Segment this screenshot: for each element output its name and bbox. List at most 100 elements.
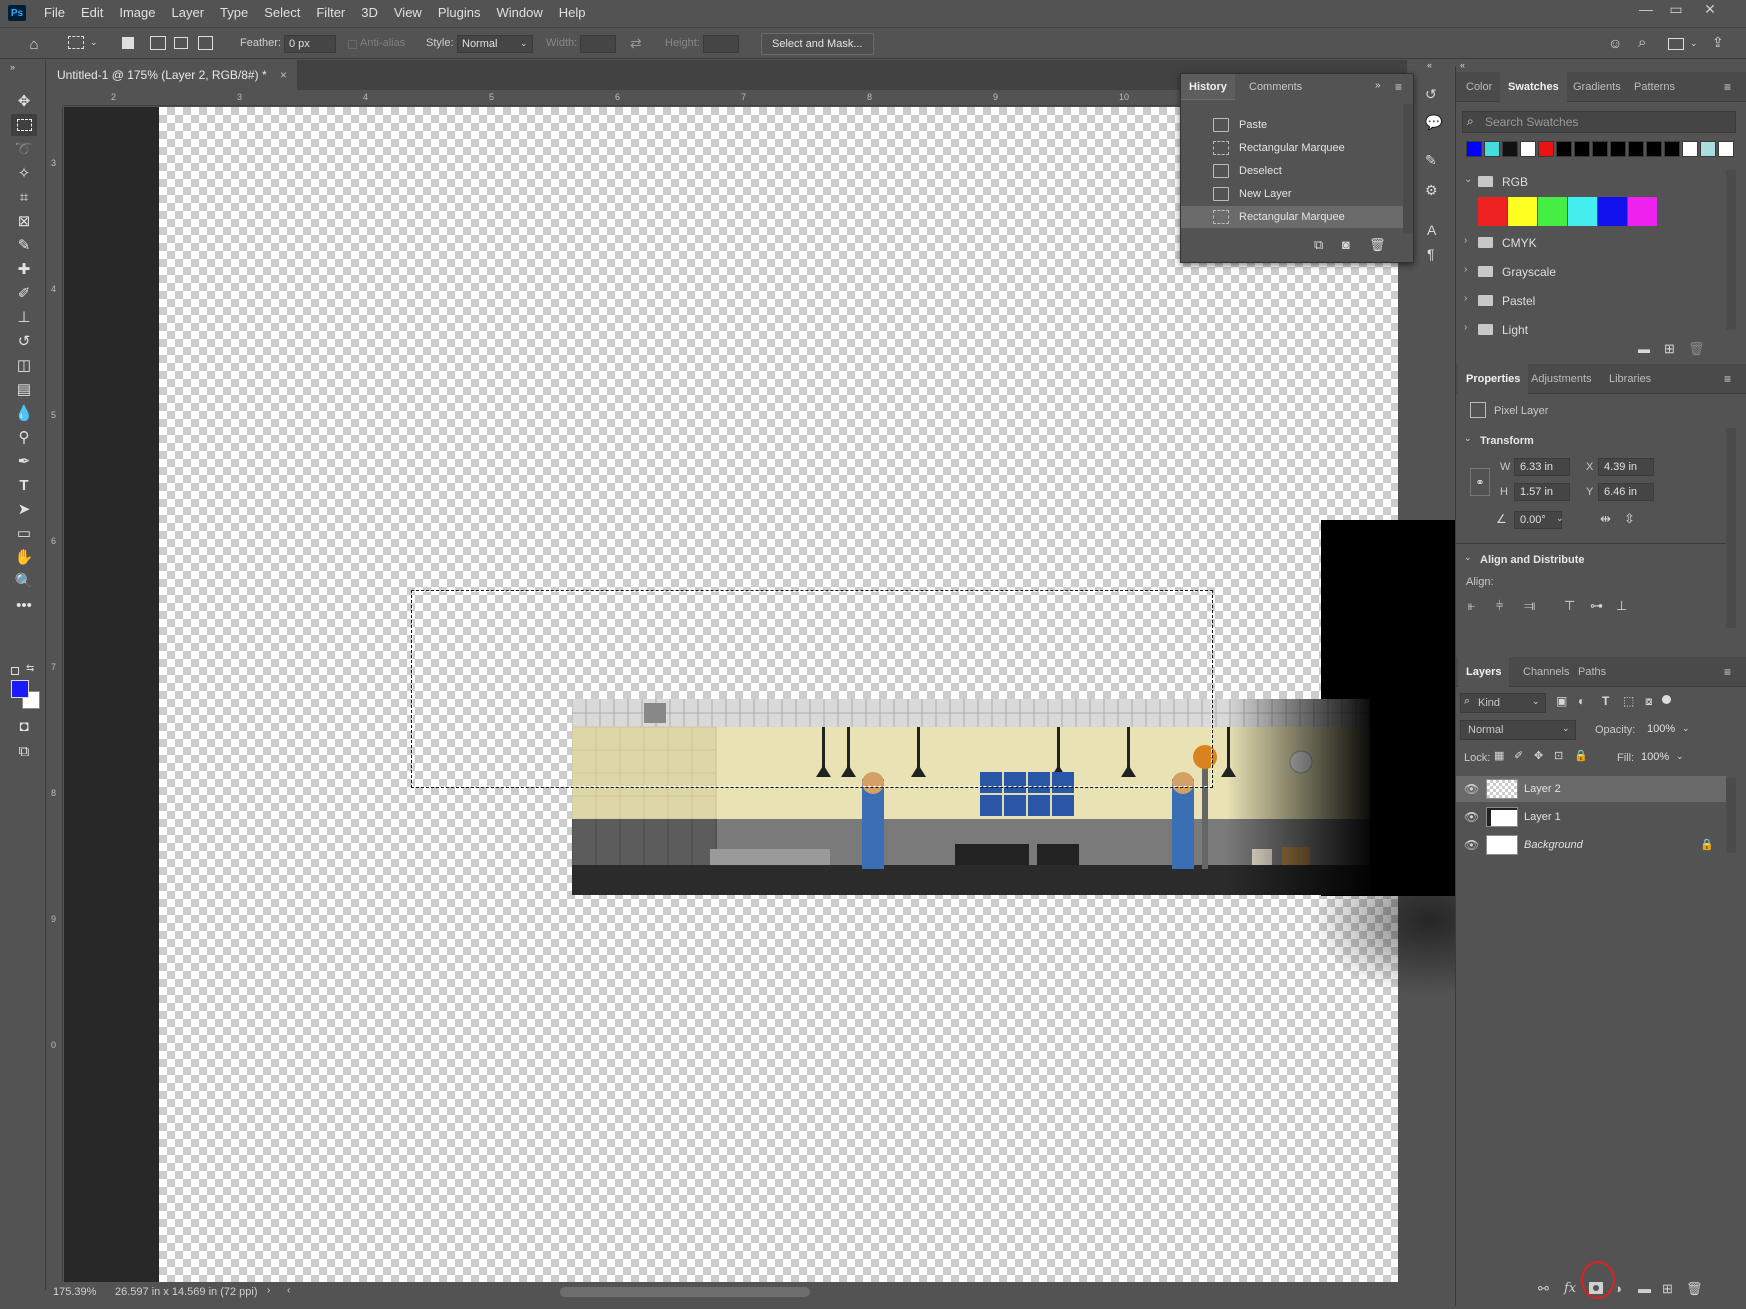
align-bottom-icon[interactable]: ⊥	[1616, 598, 1627, 614]
healing-brush-icon[interactable]: ✚	[11, 258, 37, 280]
lock-paint-icon[interactable]: ✐	[1514, 749, 1523, 762]
subtract-selection-icon[interactable]	[174, 37, 188, 49]
character-panel-icon[interactable]: A	[1427, 222, 1436, 238]
add-selection-icon[interactable]	[150, 36, 166, 50]
layers-scrollbar[interactable]	[1726, 778, 1736, 853]
fx-icon[interactable]: fx	[1564, 1281, 1576, 1296]
swatch[interactable]	[1520, 141, 1536, 157]
menu-edit[interactable]: Edit	[73, 0, 111, 26]
paragraph-panel-icon[interactable]: ¶	[1427, 246, 1435, 262]
filter-shape-icon[interactable]: ⬚	[1623, 694, 1634, 708]
search-swatches-input[interactable]: Search Swatches	[1462, 111, 1736, 133]
type-tool-icon[interactable]: T	[11, 474, 37, 496]
swatch[interactable]	[1484, 141, 1500, 157]
swatch[interactable]	[1598, 197, 1627, 226]
align-right-icon[interactable]: ⫥	[1524, 598, 1535, 614]
search-icon[interactable]: ⌕	[1638, 34, 1646, 51]
chevron-down-icon[interactable]: ⌄	[1690, 38, 1698, 49]
properties-scrollbar[interactable]	[1726, 428, 1736, 628]
tab-paths[interactable]: Paths	[1570, 657, 1614, 687]
menu-help[interactable]: Help	[551, 0, 594, 26]
flip-horizontal-icon[interactable]: ⇹	[1600, 511, 1611, 527]
panel-menu-icon[interactable]: ≡	[1724, 372, 1731, 386]
crop-tool-icon[interactable]: ⌗	[11, 186, 37, 208]
swatch[interactable]	[1682, 141, 1698, 157]
camera-icon[interactable]: ◙	[1342, 237, 1350, 252]
hand-tool-icon[interactable]: ✋	[11, 546, 37, 568]
default-colors-icon[interactable]	[11, 667, 19, 675]
swatch[interactable]	[1538, 141, 1554, 157]
move-tool-icon[interactable]: ✥	[11, 90, 37, 112]
history-item[interactable]: New Layer	[1181, 183, 1403, 205]
swap-icon[interactable]: ⇄	[630, 35, 642, 52]
tab-libraries[interactable]: Libraries	[1601, 364, 1659, 394]
swatches-scrollbar[interactable]	[1726, 170, 1736, 330]
tab-history[interactable]: History	[1181, 74, 1235, 100]
adjustments-icon[interactable]: ⚙	[1425, 182, 1438, 199]
swatch[interactable]	[1466, 141, 1482, 157]
gradient-tool-icon[interactable]: ▤	[11, 378, 37, 400]
swatch[interactable]	[1628, 141, 1644, 157]
swatch-group-light[interactable]: › Light	[1456, 318, 1721, 342]
dodge-tool-icon[interactable]: ⚲	[11, 426, 37, 448]
menu-select[interactable]: Select	[256, 0, 308, 26]
swatch[interactable]	[1610, 141, 1626, 157]
filter-type-icon[interactable]: T	[1602, 694, 1609, 708]
foreground-color-swatch[interactable]	[11, 680, 29, 698]
align-middle-v-icon[interactable]: ⊶	[1590, 598, 1603, 614]
tab-swatches[interactable]: Swatches	[1500, 72, 1567, 102]
filter-adjustment-icon[interactable]: ◐	[1578, 694, 1585, 708]
history-scrollbar[interactable]	[1403, 104, 1413, 234]
menu-type[interactable]: Type	[212, 0, 256, 26]
lock-all-icon[interactable]: 🔒	[1574, 749, 1588, 762]
quick-mask-icon[interactable]: ◘	[11, 715, 37, 737]
scroll-left-icon[interactable]: ‹	[287, 1285, 290, 1296]
swatch[interactable]	[1556, 141, 1572, 157]
lock-position-icon[interactable]: ✥	[1534, 749, 1543, 762]
swatch-group-cmyk[interactable]: › CMYK	[1456, 231, 1721, 255]
horizontal-scrollbar[interactable]	[560, 1287, 810, 1297]
menu-file[interactable]: File	[36, 0, 73, 26]
swatch-group-pastel[interactable]: › Pastel	[1456, 289, 1721, 313]
collapse-icon[interactable]: «	[1427, 60, 1432, 70]
new-group-icon[interactable]: ▬	[1638, 1281, 1651, 1296]
feather-input[interactable]: 0 px	[284, 35, 336, 53]
chevron-down-icon[interactable]: ⌄	[1464, 552, 1472, 563]
swatch[interactable]	[1718, 141, 1734, 157]
share-user-icon[interactable]: ☺	[1608, 35, 1622, 51]
marquee-tool-icon[interactable]	[11, 114, 37, 136]
h-input[interactable]: 1.57 in	[1514, 483, 1570, 501]
x-input[interactable]: 4.39 in	[1598, 458, 1654, 476]
visibility-eye-icon[interactable]: 👁	[1464, 782, 1479, 796]
tab-channels[interactable]: Channels	[1515, 657, 1577, 687]
swap-colors-icon[interactable]: ⇆	[26, 663, 34, 674]
collapse-icon[interactable]: «	[1460, 60, 1465, 70]
intersect-selection-icon[interactable]	[198, 36, 213, 50]
fill-input[interactable]: 100%	[1636, 749, 1676, 767]
marquee-selection[interactable]	[411, 590, 1213, 788]
maximize-icon[interactable]: ▭	[1662, 0, 1690, 20]
history-item[interactable]: Rectangular Marquee	[1181, 206, 1403, 228]
align-center-h-icon[interactable]: ⫩	[1496, 598, 1503, 614]
visibility-eye-icon[interactable]: 👁	[1464, 838, 1479, 852]
eraser-icon[interactable]: ◫	[11, 354, 37, 376]
chevron-down-icon[interactable]: ⌄	[1556, 513, 1564, 524]
swatch[interactable]	[1538, 197, 1567, 226]
link-icon[interactable]: ⚭	[1470, 468, 1490, 496]
zoom-tool-icon[interactable]: 🔍	[11, 570, 37, 592]
adjustment-layer-icon[interactable]: ◑	[1614, 1281, 1622, 1296]
w-input[interactable]: 6.33 in	[1514, 458, 1570, 476]
workspace-icon[interactable]	[1668, 38, 1684, 50]
menu-window[interactable]: Window	[488, 0, 550, 26]
link-layers-icon[interactable]: ⚯	[1538, 1281, 1549, 1297]
close-tab-icon[interactable]: ×	[280, 68, 287, 82]
swatch[interactable]	[1646, 141, 1662, 157]
align-left-icon[interactable]: ⫦	[1468, 598, 1475, 614]
history-brush-icon[interactable]: ↺	[11, 330, 37, 352]
antialias-checkbox[interactable]	[348, 40, 357, 49]
align-top-icon[interactable]: ⊤	[1564, 598, 1575, 614]
swatch-group-rgb[interactable]: ⌄ RGB	[1456, 170, 1721, 194]
chevron-down-icon[interactable]: ⌄	[1676, 751, 1684, 762]
expand-panel-icon[interactable]: »	[1375, 80, 1381, 91]
layer-row[interactable]: 👁 Layer 2	[1456, 776, 1726, 802]
